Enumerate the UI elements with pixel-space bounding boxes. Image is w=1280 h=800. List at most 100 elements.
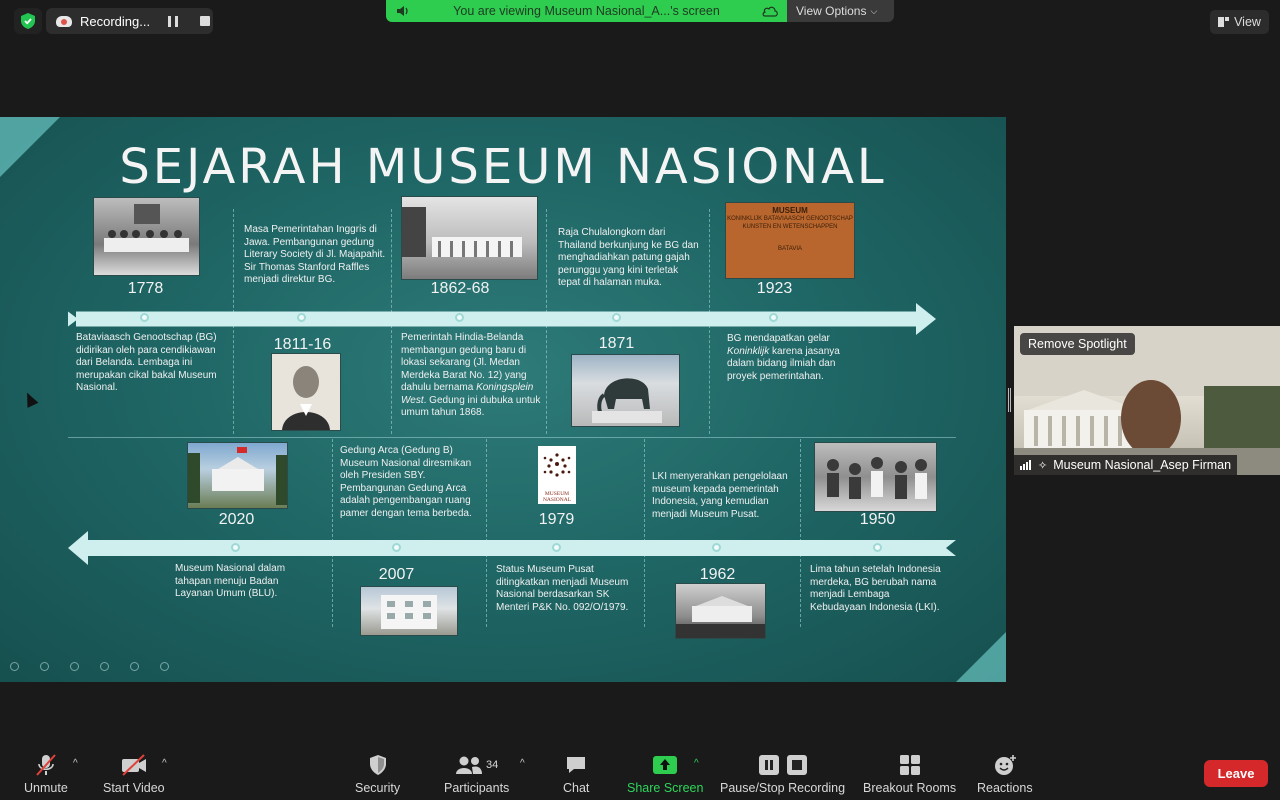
desc-1979: Status Museum Pusat ditingkatkan menjadi… <box>496 564 629 613</box>
view-button[interactable]: View <box>1210 10 1269 34</box>
chevron-down-icon: ⌵ <box>870 5 878 16</box>
pause-stop-recording-button[interactable]: Pause/Stop Recording <box>720 752 845 795</box>
unmute-button[interactable]: Unmute <box>24 752 68 795</box>
meeting-toolbar: Unmute ^ Start Video ^ Security 34 Parti… <box>0 746 1280 800</box>
desc-1923: BG mendapatkan gelar Koninklijk karena j… <box>727 333 862 383</box>
slide-zoom-icon[interactable] <box>130 662 139 671</box>
timeline-dot <box>297 313 306 322</box>
book-cover-line: BATAVIA <box>777 246 802 252</box>
breakout-rooms-button[interactable]: Breakout Rooms <box>863 752 956 795</box>
desc-1923-text: BG mendapatkan gelar <box>727 333 830 344</box>
slide-next-icon[interactable] <box>40 662 49 671</box>
desc-2020: Museum Nasional dalam tahapan menuju Bad… <box>175 563 286 599</box>
cloud-icon <box>762 6 778 17</box>
view-options-button[interactable]: View Options ⌵ <box>787 0 894 22</box>
book-cover-line: KONINKLIJK BATAVIAASCH GENOOTSCHAP <box>727 216 853 222</box>
logo-text: MUSEUM NASIONAL <box>542 491 572 503</box>
share-screen-label: Share Screen <box>627 781 704 795</box>
year-1862: 1862-68 <box>430 280 490 297</box>
pause-stop-label: Pause/Stop Recording <box>720 781 846 795</box>
participants-button[interactable]: 34 Participants <box>444 752 509 795</box>
desc-1950: Lima tahun setelah Indonesia merdeka, BG… <box>810 564 941 613</box>
year-1950: 1950 <box>859 511 896 528</box>
participants-icon: 34 <box>455 752 498 778</box>
timeline-dot <box>712 543 721 552</box>
timeline-arrow-left <box>68 531 956 565</box>
reactions-label: Reactions <box>977 781 1033 795</box>
shared-slide: SEJARAH MUSEUM NASIONAL 1778 Bataviaasch… <box>0 117 1006 682</box>
photo-1778-meeting <box>93 197 200 276</box>
view-label: View <box>1234 15 1261 29</box>
recording-indicator: Recording... <box>46 8 213 34</box>
desc-1962: LKI menyerahkan pengelolaan museum kepad… <box>652 471 788 520</box>
slide-grid-icon[interactable] <box>100 662 109 671</box>
security-button[interactable]: Security <box>355 752 400 795</box>
photo-2020-building <box>187 442 288 509</box>
slide-prev-icon[interactable] <box>10 662 19 671</box>
year-2020: 2020 <box>218 511 255 528</box>
participant-name: Museum Nasional_Asep Firman <box>1053 458 1232 472</box>
year-1979: 1979 <box>538 511 575 528</box>
photo-1871-elephant <box>571 354 680 427</box>
chat-label: Chat <box>563 781 590 795</box>
photo-1923-book-cover: MUSEUM KONINKLIJK BATAVIAASCH GENOOTSCHA… <box>725 202 855 279</box>
speaker-icon <box>397 6 408 16</box>
slide-title: SEJARAH MUSEUM NASIONAL <box>119 139 887 195</box>
slide-corner-decoration <box>956 632 1006 682</box>
year-1871: 1871 <box>598 335 635 352</box>
timeline-dot <box>140 313 149 322</box>
viewing-text: You are viewing Museum Nasional_A...'s s… <box>453 4 720 18</box>
microphone-muted-icon <box>33 752 59 778</box>
participants-count: 34 <box>486 759 499 771</box>
stop-recording-icon[interactable] <box>200 16 211 26</box>
photo-1862-building <box>401 196 538 280</box>
desc-1871: Raja Chulalongkorn dari Thailand berkunj… <box>558 227 699 288</box>
recording-label: Recording... <box>80 13 151 29</box>
slide-pen-icon[interactable] <box>70 662 79 671</box>
spotlight-video[interactable]: Remove Spotlight ✧ Museum Nasional_Asep … <box>1014 326 1280 475</box>
year-1778: 1778 <box>127 280 164 297</box>
panel-resize-handle[interactable] <box>1008 388 1011 412</box>
share-options-caret-icon[interactable]: ^ <box>694 758 699 769</box>
chat-button[interactable]: Chat <box>563 752 589 795</box>
participant-name-tag: ✧ Museum Nasional_Asep Firman <box>1014 455 1238 475</box>
timeline-dot <box>612 313 621 322</box>
participants-label: Participants <box>444 781 510 795</box>
layout-icon <box>1218 17 1230 27</box>
desc-2007: Gedung Arca (Gedung B) Museum Nasional d… <box>340 445 472 519</box>
chat-bubble-icon <box>565 752 587 778</box>
timeline-dot <box>455 313 464 322</box>
video-options-caret-icon[interactable]: ^ <box>162 758 167 769</box>
reaction-smiley-icon <box>993 752 1017 778</box>
portrait-raffles <box>271 353 341 431</box>
desc-1778: Bataviaasch Genootschap (BG) didirikan o… <box>76 332 217 393</box>
breakout-rooms-icon <box>899 752 921 778</box>
participants-caret-icon[interactable]: ^ <box>520 758 525 769</box>
timeline-dot <box>769 313 778 322</box>
timeline-dot <box>392 543 401 552</box>
reactions-button[interactable]: Reactions <box>977 752 1033 795</box>
timeline-dot <box>552 543 561 552</box>
photo-1962-building <box>675 583 766 639</box>
start-video-label: Start Video <box>103 781 165 795</box>
pin-icon: ✧ <box>1038 459 1048 472</box>
view-options-label: View Options <box>796 4 867 18</box>
slide-more-icon[interactable] <box>160 662 169 671</box>
photo-1950-group <box>814 442 937 512</box>
security-shield-icon[interactable] <box>14 8 42 34</box>
start-video-button[interactable]: Start Video <box>103 752 165 795</box>
share-screen-icon <box>652 752 678 778</box>
leave-button[interactable]: Leave <box>1204 760 1268 787</box>
audio-options-caret-icon[interactable]: ^ <box>73 758 78 769</box>
museum-nasional-logo: MUSEUM NASIONAL <box>538 446 576 504</box>
share-screen-button[interactable]: Share Screen <box>627 752 703 795</box>
remove-spotlight-button[interactable]: Remove Spotlight <box>1020 333 1135 355</box>
screen-share-banner: You are viewing Museum Nasional_A...'s s… <box>386 0 787 22</box>
photo-2007-gedung-arca <box>360 586 458 636</box>
row-divider <box>68 437 956 438</box>
timeline-dot <box>873 543 882 552</box>
breakout-label: Breakout Rooms <box>863 781 957 795</box>
year-1811: 1811-16 <box>273 336 332 353</box>
pause-recording-icon[interactable] <box>168 15 179 27</box>
pause-stop-icons <box>758 752 807 778</box>
